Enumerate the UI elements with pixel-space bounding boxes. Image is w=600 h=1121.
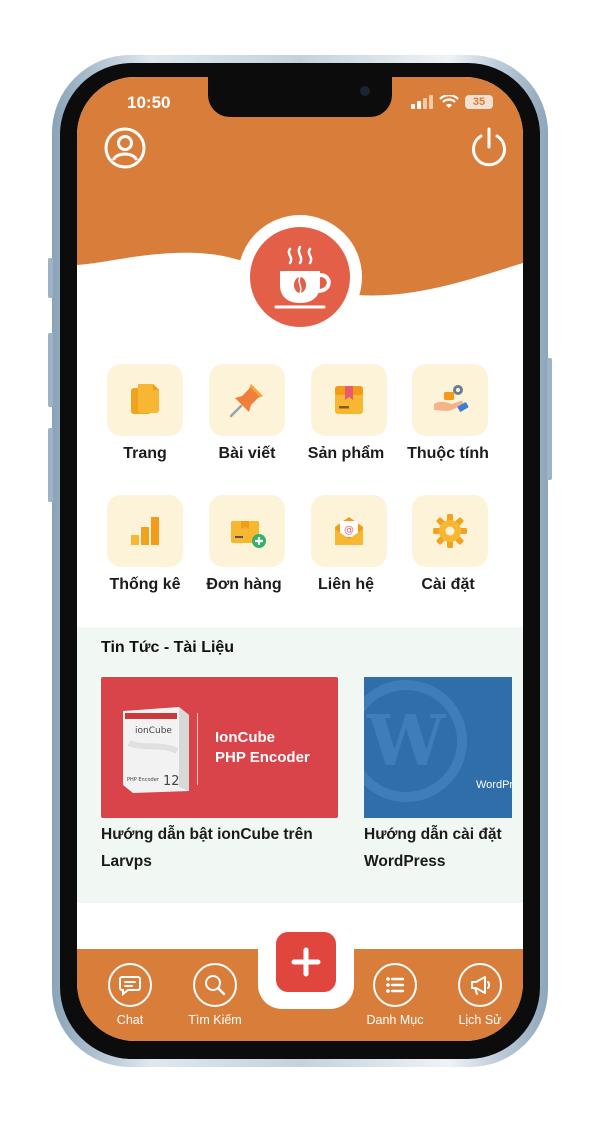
nav-search[interactable]: Tìm Kiếm xyxy=(175,949,255,1027)
menu-label-bai-viet: Bài viết xyxy=(218,445,276,462)
gear-icon xyxy=(433,514,467,548)
menu-label-san-pham: Sản phẩm xyxy=(307,445,385,462)
menu-tile-trang[interactable] xyxy=(107,364,183,436)
menu-tile-don-hang[interactable] xyxy=(209,495,285,567)
news-card-wordpress-title[interactable]: Hướng dẫn cài đặt WordPress xyxy=(364,821,514,875)
ioncube-divider xyxy=(197,713,198,785)
news-card-ioncube-image[interactable]: ionCube PHP Encoder 12 IonCube PHP Encod… xyxy=(101,677,338,818)
nav-search-label: Tìm Kiếm xyxy=(188,1013,242,1027)
status-time: 10:50 xyxy=(127,93,171,112)
news-section: Tin Tức - Tài Liệu ionCube PHP Encoder 1… xyxy=(77,627,523,903)
ioncube-box-brand: ionCube xyxy=(135,726,172,736)
nav-search-circle xyxy=(193,963,237,1007)
menu-label-trang: Trang xyxy=(123,445,167,462)
battery-indicator: 35 xyxy=(465,95,493,109)
hand-settings-icon xyxy=(434,385,469,412)
wordpress-logo-icon: W xyxy=(364,680,467,802)
chat-icon xyxy=(119,976,141,997)
menu-label-don-hang: Đơn hàng xyxy=(206,576,282,593)
menu-label-cai-dat: Cài đặt xyxy=(421,576,475,593)
order-box-icon xyxy=(231,521,266,548)
ioncube-image-line2: PHP Encoder xyxy=(215,749,310,766)
menu-label-thong-ke: Thống kê xyxy=(109,576,181,593)
profile-button[interactable] xyxy=(103,126,147,170)
front-camera xyxy=(360,86,370,96)
side-button-power xyxy=(547,358,552,480)
ioncube-box-label: PHP Encoder xyxy=(127,777,160,783)
megaphone-icon xyxy=(471,976,491,995)
side-button-volume-down xyxy=(48,428,53,502)
ioncube-box-image: ionCube PHP Encoder 12 xyxy=(123,707,189,793)
menu-tile-bai-viet[interactable] xyxy=(209,364,285,436)
app-logo xyxy=(250,227,350,327)
nav-history-label: Lịch Sử xyxy=(458,1013,502,1027)
menu-tile-thuoc-tinh[interactable] xyxy=(412,364,488,436)
plus-icon xyxy=(291,947,321,977)
menu-tile-lien-he[interactable]: @ xyxy=(311,495,387,567)
menu-label-thuoc-tinh: Thuộc tính xyxy=(407,445,489,462)
news-card-wordpress-image[interactable]: W WordPr xyxy=(364,677,512,818)
menu-tile-cai-dat[interactable] xyxy=(412,495,488,567)
nav-history-circle xyxy=(458,963,502,1007)
menu-tile-san-pham[interactable] xyxy=(311,364,387,436)
news-section-title: Tin Tức - Tài Liệu xyxy=(101,639,235,656)
ioncube-image-line1: IonCube xyxy=(215,729,275,746)
add-button[interactable] xyxy=(276,932,336,992)
nav-chat-circle xyxy=(108,963,152,1007)
mail-icon: @ xyxy=(335,517,363,545)
side-button-volume-up xyxy=(48,333,53,407)
wifi-icon xyxy=(439,95,459,108)
menu-label-lien-he: Liên hệ xyxy=(317,576,374,593)
nav-category-circle xyxy=(373,963,417,1007)
ioncube-box-version: 12 xyxy=(163,774,180,789)
nav-category[interactable]: Danh Mục xyxy=(355,949,435,1027)
logout-button[interactable] xyxy=(467,126,511,170)
svg-text:@: @ xyxy=(344,525,354,536)
status-icons: 35 xyxy=(411,95,493,109)
wordpress-image-text: WordPr xyxy=(476,779,512,791)
nav-history[interactable]: Lịch Sử xyxy=(440,949,520,1027)
pin-icon xyxy=(229,384,263,418)
menu-tile-thong-ke[interactable] xyxy=(107,495,183,567)
signal-icon xyxy=(411,95,433,109)
nav-category-label: Danh Mục xyxy=(366,1013,424,1027)
power-icon xyxy=(472,127,506,167)
app-screen: 10:50 35 Trang Bài viết Sản phẩm Thuộc t… xyxy=(77,77,523,1041)
news-card-ioncube-title[interactable]: Hướng dẫn bật ionCube trên Larvps xyxy=(101,821,351,875)
svg-text:W: W xyxy=(366,699,447,782)
nav-chat-label: Chat xyxy=(116,1013,144,1027)
bar-chart-icon xyxy=(131,517,159,545)
user-icon xyxy=(104,127,146,169)
list-icon xyxy=(386,977,405,993)
box-icon xyxy=(335,386,363,414)
notch xyxy=(208,77,392,117)
coffee-cup-icon xyxy=(274,245,331,309)
pages-icon xyxy=(131,384,159,414)
side-button-mute xyxy=(48,258,53,298)
nav-chat[interactable]: Chat xyxy=(90,949,170,1027)
search-icon xyxy=(205,975,226,996)
